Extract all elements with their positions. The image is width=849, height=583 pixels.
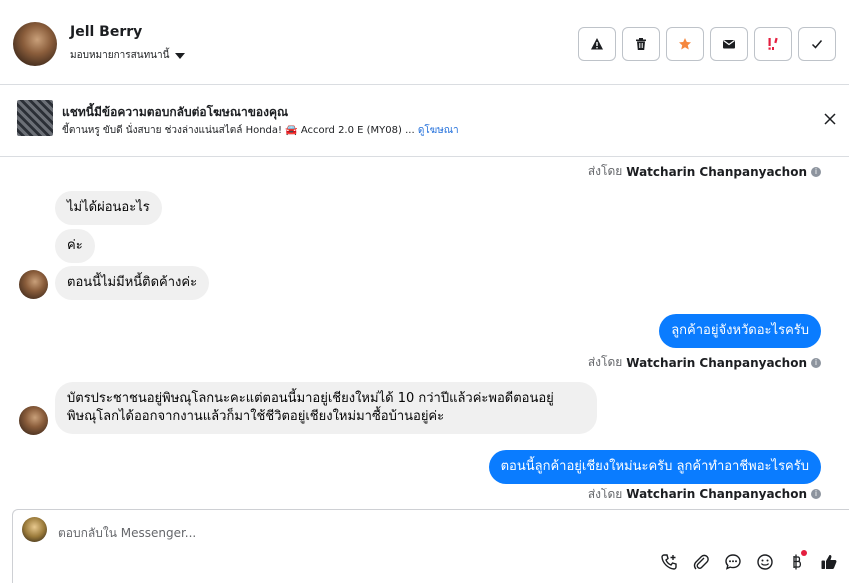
thumbs-up-icon [821,554,837,569]
sent-by-prefix: ส่งโดย [587,488,623,500]
emoji-icon [757,554,773,570]
delete-button[interactable] [622,27,660,61]
sender-name: Watcharin Chanpanyachon [626,164,807,179]
trash-icon [636,38,646,50]
message-line: พิษณุโลกได้ออกจากงานแล้วก็มาใช้ชีวิตอยู่… [67,409,445,424]
check-icon [811,40,823,49]
agent-avatar [22,517,47,542]
assign-conversation-dropdown[interactable]: มอบหมายการสนทนานี้ [70,48,186,63]
contact-name[interactable]: Jell Berry [70,24,142,40]
saved-replies-button[interactable] [723,552,743,572]
report-button[interactable] [578,27,616,61]
view-ad-link[interactable]: ดูโฆษณา [418,125,459,136]
reply-input[interactable]: ตอบกลับใน Messenger... [58,524,196,543]
info-icon[interactable]: i [811,166,821,177]
sender-name: Watcharin Chanpanyachon [626,488,807,500]
ad-thumbnail[interactable] [17,100,53,136]
message-bubble-incoming: ไม่ได้ผ่อนอะไร [55,191,162,225]
star-button[interactable] [666,27,704,61]
spam-button[interactable] [754,27,792,61]
call-add-button[interactable] [659,552,679,572]
info-icon[interactable]: i [811,489,821,499]
like-button[interactable] [819,552,839,572]
payment-button[interactable] [787,550,807,572]
message-bubble-outgoing: ลูกค้าอยู่จังหวัดอะไรครับ [659,314,821,348]
mark-unread-button[interactable] [710,27,748,61]
message-bubble-incoming: ตอนนี้ไม่มีหนี้ติดค้างค่ะ [55,266,210,300]
ad-banner-title: แชทนี้มีข้อความตอบกลับต่อโฆษณาของคุณ [62,105,289,119]
emoji-button[interactable] [755,552,775,572]
envelope-icon [723,40,735,49]
warning-icon [591,38,603,50]
notification-dot [801,550,807,556]
sent-by-label: ส่งโดย Watcharin Chanpanyachon i [588,353,821,372]
ad-banner-subtitle: ขี้ตานหรู ขับดี นั่งสบาย ช่วงล่างแน่นสไต… [62,123,459,138]
message-bubble-incoming: บัตรประชาชนอยู่พิษณุโลกนะคะแต่ตอนนี้มาอย… [55,382,597,434]
ad-text: ขี้ตานหรู ขับดี นั่งสบาย ช่วงล่างแน่นสไต… [62,125,415,136]
chat-bubble-icon [725,554,741,570]
contact-avatar-small [19,406,48,435]
close-icon[interactable] [823,112,837,126]
sent-by-prefix: ส่งโดย [587,164,623,178]
contact-avatar[interactable] [13,22,57,66]
info-icon[interactable]: i [811,357,821,368]
assign-label: มอบหมายการสนทนานี้ [70,50,170,61]
message-line: บัตรประชาชนอยู่พิษณุโลกนะคะแต่ตอนนี้มาอย… [67,391,554,406]
message-bubble-incoming: ค่ะ [55,229,95,263]
call-add-icon [661,554,677,570]
contact-avatar-small [19,270,48,299]
sent-by-prefix: ส่งโดย [587,355,623,369]
header-actions [578,27,836,61]
composer-tools [659,550,839,572]
message-bubble-outgoing: ตอนนี้ลูกค้าอยู่เชียงใหม่นะครับ ลูกค้าทำ… [488,450,821,484]
spam-icon [768,37,778,50]
attach-button[interactable] [691,552,711,572]
star-icon [679,38,691,50]
sent-by-label: ส่งโดย Watcharin Chanpanyachon i [588,162,821,181]
chevron-down-icon [175,52,186,59]
paperclip-icon [693,554,709,570]
sent-by-label: ส่งโดย Watcharin Chanpanyachon i [588,488,821,500]
sender-name: Watcharin Chanpanyachon [626,355,807,370]
mark-done-button[interactable] [798,27,836,61]
